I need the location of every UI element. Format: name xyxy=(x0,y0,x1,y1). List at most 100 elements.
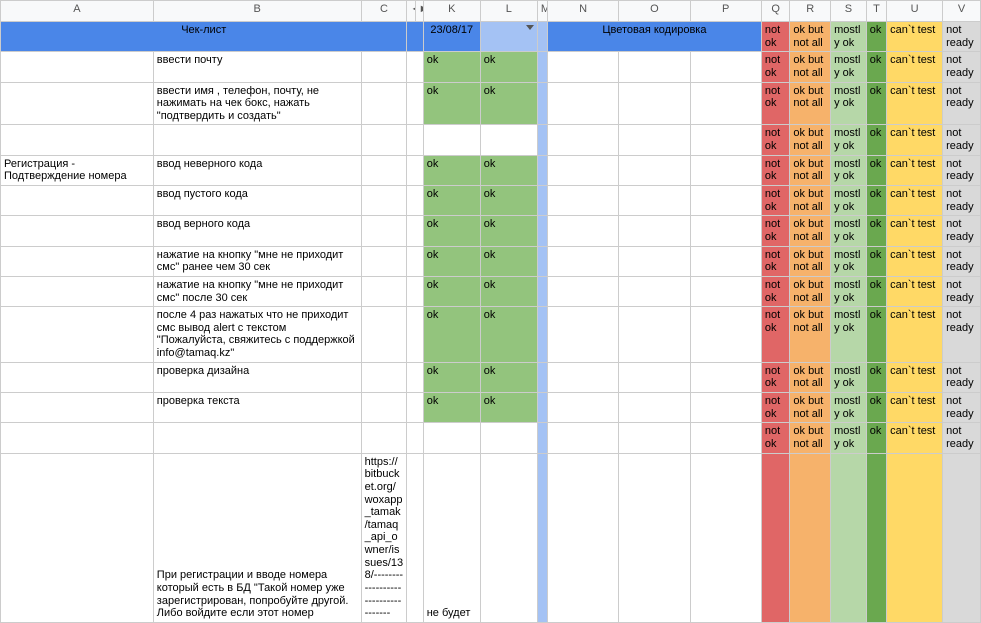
cell[interactable] xyxy=(361,82,407,125)
cell-status[interactable]: ok xyxy=(423,307,480,363)
table-row[interactable]: ввести почтуokoknot okok but not allmost… xyxy=(1,52,981,82)
cell-status[interactable]: ok xyxy=(423,362,480,392)
cell-section[interactable] xyxy=(1,186,154,216)
cell-section[interactable] xyxy=(1,307,154,363)
cell-text[interactable] xyxy=(153,423,361,453)
legend-cell: mostly ok xyxy=(831,393,867,423)
cell-status[interactable]: ok xyxy=(423,52,480,82)
cell[interactable] xyxy=(361,393,407,423)
cell-status[interactable]: ok xyxy=(423,186,480,216)
cell-text[interactable]: после 4 раз нажатых что не приходит смс … xyxy=(153,307,361,363)
col-Q[interactable]: Q xyxy=(761,1,790,22)
cell-status[interactable]: ok xyxy=(480,155,537,185)
cell-section[interactable] xyxy=(1,82,154,125)
legend-cell: can`t test xyxy=(887,155,943,185)
cell-status[interactable]: ok xyxy=(423,216,480,246)
cell-status[interactable] xyxy=(480,423,537,453)
cell-status[interactable]: ok xyxy=(480,216,537,246)
cell-text[interactable]: ввести имя , телефон, почту, не нажимать… xyxy=(153,82,361,125)
cell[interactable] xyxy=(361,186,407,216)
cell-section[interactable] xyxy=(1,362,154,392)
cell-section[interactable] xyxy=(1,246,154,276)
col-R[interactable]: R xyxy=(790,1,831,22)
table-row[interactable]: Регистрация - Подтверждение номераввод н… xyxy=(1,155,981,185)
col-L[interactable]: L xyxy=(480,1,537,22)
cell-status[interactable] xyxy=(480,125,537,155)
cell-section[interactable] xyxy=(1,423,154,453)
cell-status[interactable]: ok xyxy=(480,393,537,423)
cell-text[interactable]: При регистрации и вводе номера который е… xyxy=(153,453,361,622)
cell[interactable] xyxy=(361,307,407,363)
cell-section[interactable]: Регистрация - Подтверждение номера xyxy=(1,155,154,185)
col-S[interactable]: S xyxy=(831,1,867,22)
table-row[interactable]: ввод пустого кодаokoknot okok but not al… xyxy=(1,186,981,216)
col-P[interactable]: P xyxy=(690,1,761,22)
table-row[interactable]: not okok but not allmostly okokcan`t tes… xyxy=(1,125,981,155)
cell-section[interactable] xyxy=(1,216,154,246)
cell-link[interactable]: https://bitbucket.org/woxapp_tamak/tamaq… xyxy=(361,453,407,622)
cell-text[interactable]: ввод неверного кода xyxy=(153,155,361,185)
table-row[interactable]: При регистрации и вводе номера который е… xyxy=(1,453,981,622)
cell-text[interactable]: проверка текста xyxy=(153,393,361,423)
cell-text[interactable] xyxy=(153,125,361,155)
cell-status[interactable]: ok xyxy=(423,82,480,125)
cell-status[interactable]: ok xyxy=(480,246,537,276)
cell[interactable] xyxy=(361,216,407,246)
col-N[interactable]: N xyxy=(547,1,618,22)
table-row[interactable]: проверка текстаokoknot okok but not allm… xyxy=(1,393,981,423)
table-row[interactable]: после 4 раз нажатых что не приходит смс … xyxy=(1,307,981,363)
cell-status[interactable]: ok xyxy=(480,82,537,125)
cell-text[interactable]: нажатие на кнопку "мне не приходит смс" … xyxy=(153,276,361,306)
table-row[interactable]: ввести имя , телефон, почту, не нажимать… xyxy=(1,82,981,125)
cell-status[interactable]: ok xyxy=(423,155,480,185)
filter-icon[interactable] xyxy=(526,25,534,30)
table-row[interactable]: ввод верного кодаokoknot okok but not al… xyxy=(1,216,981,246)
table-row[interactable]: нажатие на кнопку "мне не приходит смс" … xyxy=(1,246,981,276)
cell[interactable] xyxy=(361,362,407,392)
cell-section[interactable] xyxy=(1,393,154,423)
table-row[interactable]: проверка дизайнаokoknot okok but not all… xyxy=(1,362,981,392)
cell[interactable] xyxy=(361,423,407,453)
cell-text[interactable]: проверка дизайна xyxy=(153,362,361,392)
cell-status[interactable]: ok xyxy=(480,362,537,392)
cell-status[interactable] xyxy=(423,125,480,155)
cell-text[interactable]: ввод верного кода xyxy=(153,216,361,246)
col-K[interactable]: K xyxy=(423,1,480,22)
cell[interactable] xyxy=(361,246,407,276)
cell-section[interactable] xyxy=(1,125,154,155)
filter-cell[interactable] xyxy=(480,22,537,52)
legend-cell: mostly ok xyxy=(831,276,867,306)
cell-text[interactable]: ввод пустого кода xyxy=(153,186,361,216)
cell-text[interactable]: нажатие на кнопку "мне не приходит смс" … xyxy=(153,246,361,276)
spreadsheet-grid[interactable]: A B C ◄ ► K L M N O P Q R S T U V Чек-ли… xyxy=(0,0,981,623)
cell-status[interactable] xyxy=(423,423,480,453)
cell-status[interactable]: ok xyxy=(480,307,537,363)
cell-status[interactable]: ok xyxy=(423,393,480,423)
cell-section[interactable] xyxy=(1,276,154,306)
cell-status[interactable]: ok xyxy=(480,52,537,82)
col-C[interactable]: C xyxy=(361,1,407,22)
col-B[interactable]: B xyxy=(153,1,361,22)
cell-status[interactable]: ok xyxy=(480,276,537,306)
expand-left-icon[interactable]: ◄ xyxy=(407,1,415,22)
date-header[interactable]: 23/08/17 xyxy=(423,22,480,52)
cell-status[interactable]: ok xyxy=(480,186,537,216)
cell-text[interactable]: ввести почту xyxy=(153,52,361,82)
col-T[interactable]: T xyxy=(866,1,886,22)
cell[interactable] xyxy=(361,155,407,185)
table-row[interactable]: not okok but not allmostly okokcan`t tes… xyxy=(1,423,981,453)
table-row[interactable]: нажатие на кнопку "мне не приходит смс" … xyxy=(1,276,981,306)
cell-section[interactable] xyxy=(1,52,154,82)
col-O[interactable]: O xyxy=(619,1,690,22)
cell-status[interactable]: ok xyxy=(423,276,480,306)
cell[interactable] xyxy=(361,52,407,82)
cell[interactable] xyxy=(361,125,407,155)
cell-text[interactable]: не будет xyxy=(423,453,480,622)
col-A[interactable]: A xyxy=(1,1,154,22)
col-U[interactable]: U xyxy=(887,1,943,22)
cell-status[interactable]: ok xyxy=(423,246,480,276)
cell[interactable] xyxy=(361,276,407,306)
col-M[interactable]: M xyxy=(537,1,547,22)
col-V[interactable]: V xyxy=(943,1,981,22)
expand-right-icon[interactable]: ► xyxy=(415,1,423,22)
